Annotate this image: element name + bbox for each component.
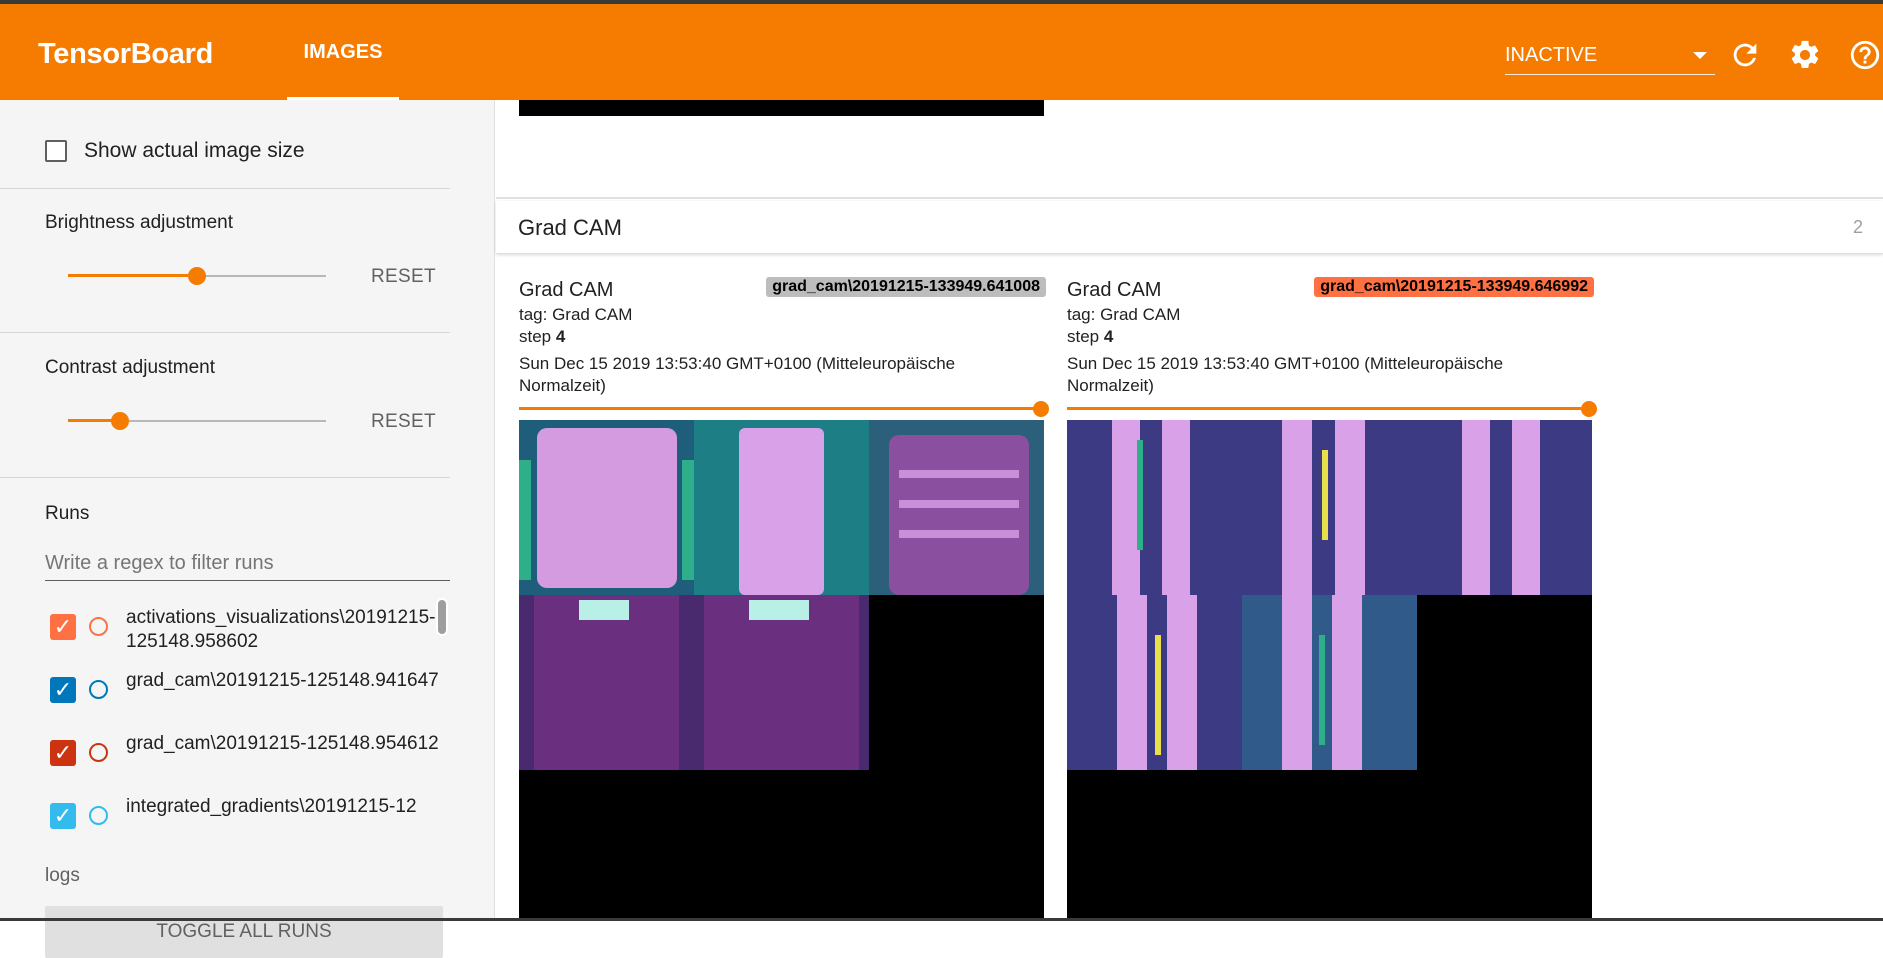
run-label: activations_visualizations\20191215-1251…	[126, 607, 436, 652]
help-icon[interactable]	[1848, 38, 1882, 72]
run-item[interactable]: ✓ grad_cam\20191215-125148.941647	[45, 661, 445, 721]
card-step-value: 4	[555, 327, 566, 346]
card-tag: tag: Grad CAM	[519, 305, 633, 324]
app-title: TensorBoard	[38, 38, 214, 70]
card-run-badge: grad_cam\20191215-133949.646992	[1314, 277, 1594, 297]
contrast-label: Contrast adjustment	[45, 357, 216, 378]
top-toolbar: TensorBoard IMAGES INACTIVE	[0, 0, 1883, 100]
clothing-grad-cam-grid-image	[519, 420, 1044, 921]
tag-group-title: Grad CAM	[518, 215, 622, 240]
card-step: step 4	[1067, 327, 1113, 347]
main-content: Grad CAM 2 Grad CAM grad_cam\20191215-13…	[496, 100, 1883, 921]
step-slider-track[interactable]	[519, 407, 1039, 410]
card-step-value: 4	[1103, 327, 1114, 346]
run-checkbox[interactable]: ✓	[50, 677, 76, 703]
run-color-swatch[interactable]	[89, 617, 108, 636]
card-date: Sun Dec 15 2019 13:53:40 GMT+0100 (Mitte…	[1067, 354, 1504, 395]
section-separator	[496, 197, 1883, 199]
run-status-value: INACTIVE	[1505, 44, 1598, 66]
card-title: Grad CAM	[519, 279, 614, 301]
tab-images-label: IMAGES	[303, 40, 383, 63]
runs-scrollbar-thumb[interactable]	[436, 598, 448, 636]
toggle-all-runs-button[interactable]: TOGGLE ALL RUNS	[45, 906, 443, 958]
card-run-badge: grad_cam\20191215-133949.641008	[766, 277, 1046, 297]
run-color-swatch[interactable]	[89, 806, 108, 825]
run-checkbox[interactable]: ✓	[50, 803, 76, 829]
brightness-slider-thumb[interactable]	[188, 267, 206, 285]
contrast-slider-thumb[interactable]	[110, 412, 129, 430]
show-actual-size-checkbox[interactable]	[45, 140, 67, 162]
run-checkbox[interactable]: ✓	[50, 614, 76, 640]
card-step: step 4	[519, 327, 565, 347]
tab-images[interactable]: IMAGES	[287, 4, 399, 100]
runs-list: ✓ activations_visualizations\20191215-12…	[45, 598, 450, 904]
run-item[interactable]: ✓ integrated_gradients\20191215-12	[45, 787, 445, 847]
run-item[interactable]: ✓ activations_visualizations\20191215-12…	[45, 598, 445, 658]
brightness-reset-button[interactable]: RESET	[371, 266, 436, 288]
run-label: integrated_gradients\20191215-12	[126, 796, 417, 817]
run-label: grad_cam\20191215-125148.954612	[126, 733, 439, 754]
divider	[0, 477, 450, 478]
step-slider-thumb[interactable]	[1033, 401, 1049, 417]
show-actual-size-label[interactable]: Show actual image size	[84, 139, 305, 163]
card-date: Sun Dec 15 2019 13:53:40 GMT+0100 (Mitte…	[519, 354, 956, 395]
run-item[interactable]: ✓ grad_cam\20191215-125148.954612	[45, 724, 445, 784]
divider	[0, 188, 450, 189]
runs-filter-input[interactable]	[45, 546, 450, 581]
step-slider-thumb[interactable]	[1581, 401, 1597, 417]
card-title: Grad CAM	[1067, 279, 1162, 301]
card-tag: tag: Grad CAM	[1067, 305, 1181, 324]
brightness-label: Brightness adjustment	[45, 212, 233, 233]
card-step-label: step	[519, 327, 552, 346]
sidebar: Show actual image size Brightness adjust…	[0, 100, 495, 958]
tag-group-count: 2	[1852, 217, 1863, 237]
run-label: grad_cam\20191215-125148.941647	[126, 670, 439, 691]
chevron-down-icon	[1693, 52, 1707, 59]
logdir-label: logs	[45, 865, 80, 886]
brightness-slider-fill	[68, 274, 197, 277]
divider	[0, 332, 450, 333]
previous-image	[519, 100, 1044, 116]
tag-group-header[interactable]: Grad CAM 2	[496, 201, 1883, 254]
contrast-reset-button[interactable]: RESET	[371, 411, 436, 433]
run-color-swatch[interactable]	[89, 743, 108, 762]
step-slider-track[interactable]	[1067, 407, 1587, 410]
trousers-grad-cam-grid-image	[1067, 420, 1592, 921]
refresh-icon[interactable]	[1728, 38, 1762, 72]
settings-icon[interactable]	[1788, 38, 1822, 72]
image-card: Grad CAM grad_cam\20191215-133949.646992…	[1067, 277, 1597, 921]
run-status-dropdown[interactable]: INACTIVE	[1505, 42, 1715, 75]
runs-title: Runs	[45, 503, 90, 524]
image-card: Grad CAM grad_cam\20191215-133949.641008…	[519, 277, 1049, 921]
run-color-swatch[interactable]	[89, 680, 108, 699]
card-step-label: step	[1067, 327, 1100, 346]
run-checkbox[interactable]: ✓	[50, 740, 76, 766]
